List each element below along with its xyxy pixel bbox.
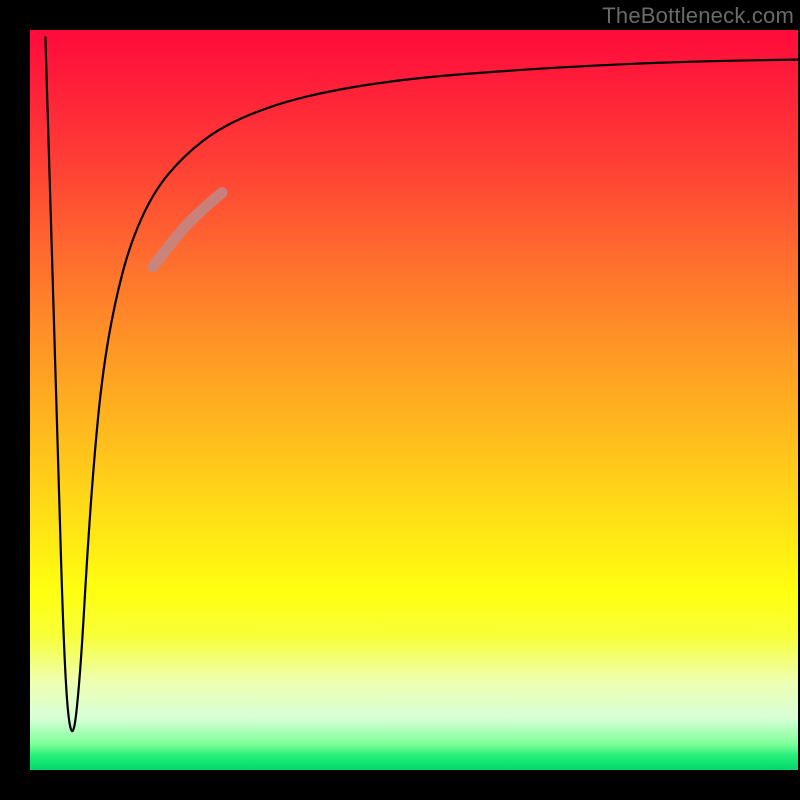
highlight-segment <box>153 193 222 267</box>
bottleneck-curve <box>45 37 798 731</box>
watermark-label: TheBottleneck.com <box>602 3 794 29</box>
plot-area <box>30 30 798 770</box>
curve-layer <box>30 30 798 770</box>
chart-frame: TheBottleneck.com <box>0 0 800 800</box>
